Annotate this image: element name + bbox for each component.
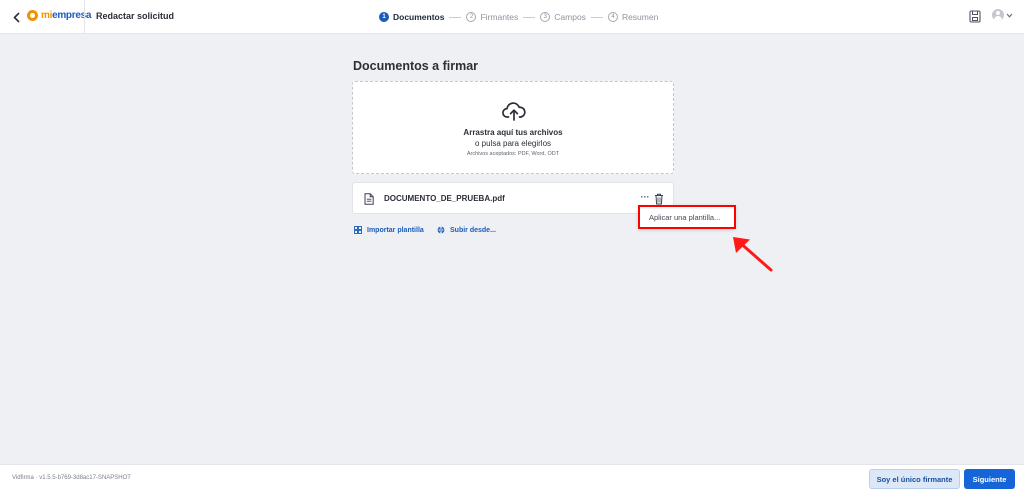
step-firmantes[interactable]: 2 Firmantes <box>466 12 518 22</box>
trash-icon <box>655 193 663 205</box>
company-logo: miempresa <box>27 10 91 21</box>
template-grid-icon <box>354 226 362 234</box>
step-campos[interactable]: 3 Campos <box>540 12 586 22</box>
step-number: 4 <box>607 12 618 22</box>
import-template-link[interactable]: Importar plantilla <box>354 226 424 234</box>
file-dropzone[interactable]: Arrastra aquí tus archivos o pulsa para … <box>352 81 674 174</box>
step-label: Firmantes <box>480 12 519 22</box>
annotation-arrow-icon <box>733 237 773 272</box>
back-button[interactable] <box>9 9 23 25</box>
logo-mark-icon <box>27 10 38 21</box>
floppy-disk-icon <box>969 10 981 23</box>
next-button[interactable]: Siguiente <box>964 469 1015 489</box>
step-separator <box>523 16 536 18</box>
app-version: Vidfirma · v1.5.5-b769-3d8ac17-SNAPSHOT <box>12 475 131 481</box>
dropzone-accepted-formats: Archivos aceptados: PDF, Word, ODT <box>466 151 560 157</box>
apply-template-menu-item[interactable]: Aplicar una plantilla... <box>649 213 720 222</box>
step-label: Documentos <box>393 12 445 22</box>
upload-from-link[interactable]: Subir desde... <box>437 226 496 234</box>
sole-signer-button[interactable]: Soy el único firmante <box>869 469 960 489</box>
upload-from-label: Subir desde... <box>450 226 496 234</box>
bottom-footer: Vidfirma · v1.5.5-b769-3d8ac17-SNAPSHOT … <box>0 464 1024 492</box>
step-number: 1 <box>379 12 389 22</box>
cloud-upload-icon <box>502 102 526 121</box>
step-label: Resumen <box>621 12 659 22</box>
header-divider <box>84 0 85 34</box>
section-title: Documentos a firmar <box>353 59 479 73</box>
step-documentos[interactable]: 1 Documentos <box>379 12 444 22</box>
step-separator <box>449 16 462 18</box>
step-label: Campos <box>554 12 586 22</box>
file-options-menu: Aplicar una plantilla... <box>638 205 736 229</box>
globe-icon <box>437 226 445 234</box>
step-separator <box>590 16 603 18</box>
more-options-button[interactable]: ··· <box>639 191 651 205</box>
delete-file-button[interactable] <box>654 192 664 205</box>
step-number: 2 <box>466 12 477 22</box>
document-icon <box>364 193 374 205</box>
user-menu[interactable] <box>992 9 1013 21</box>
page-title: Redactar solicitud <box>96 11 175 21</box>
file-name: DOCUMENTO_DE_PRUEBA.pdf <box>384 194 505 203</box>
import-template-label: Importar plantilla <box>367 226 424 234</box>
save-draft-button[interactable] <box>969 10 981 23</box>
step-number: 3 <box>540 12 551 22</box>
step-resumen[interactable]: 4 Resumen <box>607 12 659 22</box>
avatar <box>992 9 1004 21</box>
dropzone-subtitle: o pulsa para elegirlos <box>474 139 552 148</box>
chevron-down-icon <box>1006 13 1013 18</box>
chevron-left-icon <box>12 11 20 23</box>
dropzone-title: Arrastra aquí tus archivos <box>463 128 563 137</box>
file-item[interactable]: DOCUMENTO_DE_PRUEBA.pdf ··· <box>352 182 674 214</box>
stepper: 1 Documentos 2 Firmantes 3 Campos 4 Resu… <box>379 10 658 24</box>
top-header: miempresa Redactar solicitud 1 Documento… <box>0 0 1024 34</box>
